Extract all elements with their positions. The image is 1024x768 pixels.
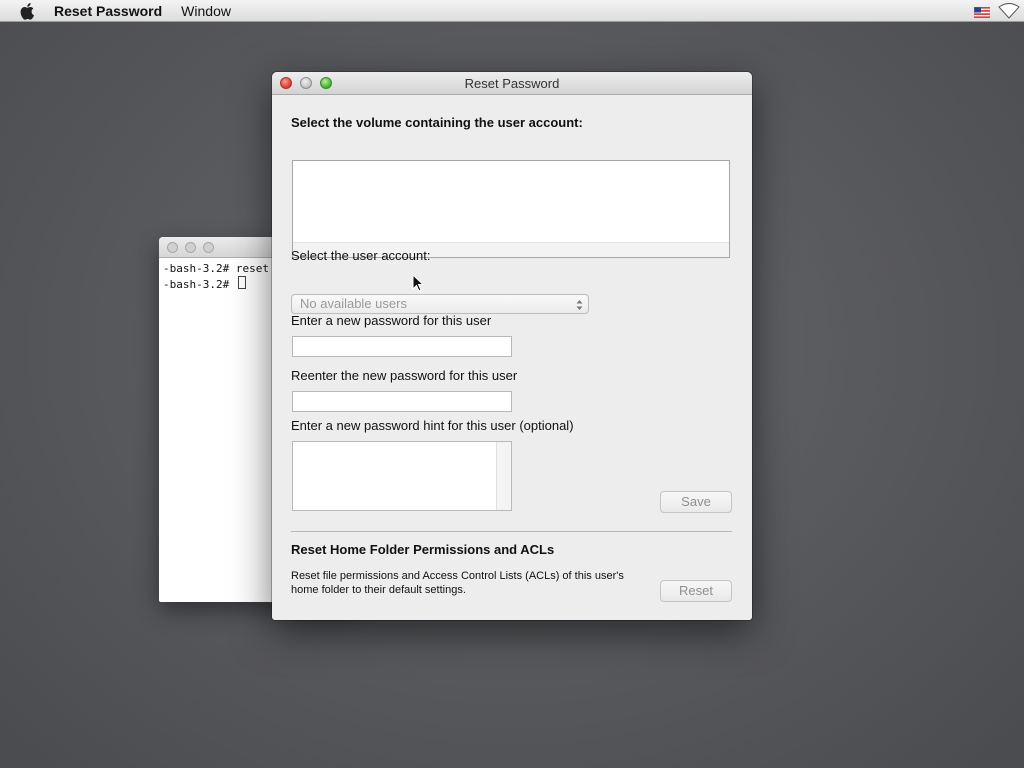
permissions-title: Reset Home Folder Permissions and ACLs [291, 542, 555, 557]
reset-password-window: Reset Password Select the volume contain… [272, 72, 752, 620]
user-account-label: Select the user account: [291, 248, 431, 263]
save-button[interactable]: Save [660, 491, 732, 513]
reset-button[interactable]: Reset [660, 580, 732, 602]
permissions-description: Reset file permissions and Access Contro… [291, 570, 624, 596]
minimize-icon[interactable] [300, 77, 312, 89]
reenter-password-field[interactable] [292, 391, 512, 412]
terminal-line: -bash-3.2# [163, 278, 236, 291]
terminal-zoom-icon[interactable] [203, 241, 214, 253]
menu-window[interactable]: Window [181, 3, 231, 19]
window-title: Reset Password [464, 75, 560, 91]
user-account-popup-value: No available users [300, 296, 407, 311]
close-icon[interactable] [280, 77, 292, 89]
new-password-field[interactable] [292, 336, 512, 357]
popup-arrows-icon [576, 298, 583, 310]
password-hint-label: Enter a new password hint for this user … [291, 418, 574, 433]
volume-label: Select the volume containing the user ac… [291, 115, 583, 130]
new-password-label: Enter a new password for this user [291, 313, 492, 328]
wifi-icon[interactable] [998, 2, 1020, 19]
menu-bar: Reset Password Window [0, 0, 1024, 22]
us-flag-icon[interactable] [973, 5, 991, 19]
terminal-minimize-icon[interactable] [185, 241, 196, 253]
vertical-scrollbar[interactable] [496, 442, 511, 510]
text-cursor [237, 276, 246, 289]
zoom-icon[interactable] [320, 77, 332, 89]
reenter-password-label: Reenter the new password for this user [291, 368, 518, 383]
terminal-close-icon[interactable] [167, 241, 178, 253]
menu-app-name[interactable]: Reset Password [54, 3, 162, 19]
menu-extras [973, 0, 1024, 21]
password-hint-field[interactable] [292, 441, 512, 511]
section-divider [291, 531, 732, 532]
window-titlebar[interactable]: Reset Password [272, 72, 752, 95]
volume-list[interactable] [292, 160, 730, 258]
mouse-pointer-icon [412, 273, 425, 292]
user-account-popup[interactable]: No available users [291, 294, 589, 314]
apple-icon[interactable] [20, 2, 36, 20]
traffic-lights [272, 77, 340, 89]
dialog-content: Select the volume containing the user ac… [272, 95, 752, 620]
